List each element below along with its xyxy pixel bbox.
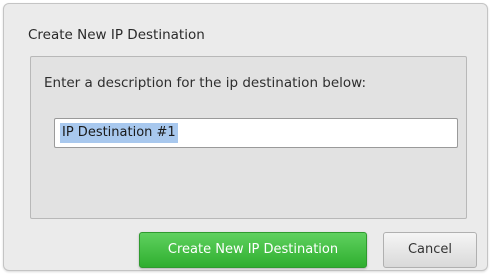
content-panel: Enter a description for the ip destinati… <box>30 56 467 219</box>
dialog-title: Create New IP Destination <box>28 27 205 43</box>
description-prompt: Enter a description for the ip destinati… <box>44 75 367 91</box>
create-ip-destination-dialog: Create New IP Destination Enter a descri… <box>3 3 488 271</box>
description-input[interactable] <box>54 118 458 148</box>
cancel-button[interactable]: Cancel <box>383 232 477 268</box>
create-new-ip-destination-button[interactable]: Create New IP Destination <box>139 232 367 268</box>
